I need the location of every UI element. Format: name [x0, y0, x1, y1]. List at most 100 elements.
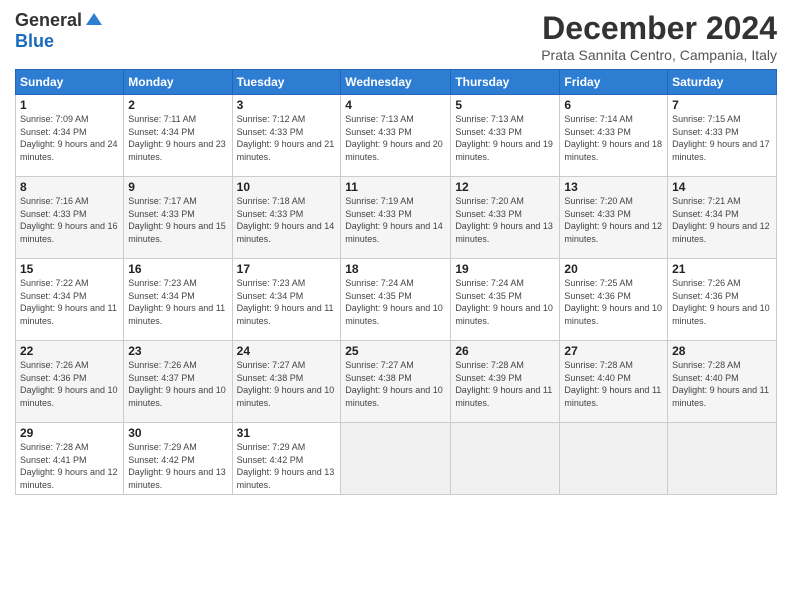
day-number: 15	[20, 262, 119, 276]
day-info: Sunrise: 7:24 AM Sunset: 4:35 PM Dayligh…	[455, 277, 555, 327]
day-number: 22	[20, 344, 119, 358]
table-cell: 23 Sunrise: 7:26 AM Sunset: 4:37 PM Dayl…	[124, 341, 232, 423]
table-cell	[560, 423, 668, 495]
table-cell: 15 Sunrise: 7:22 AM Sunset: 4:34 PM Dayl…	[16, 259, 124, 341]
col-saturday: Saturday	[668, 70, 777, 95]
table-cell: 8 Sunrise: 7:16 AM Sunset: 4:33 PM Dayli…	[16, 177, 124, 259]
title-area: December 2024 Prata Sannita Centro, Camp…	[541, 10, 777, 63]
day-number: 26	[455, 344, 555, 358]
day-info: Sunrise: 7:11 AM Sunset: 4:34 PM Dayligh…	[128, 113, 227, 163]
day-number: 7	[672, 98, 772, 112]
day-number: 11	[345, 180, 446, 194]
month-title: December 2024	[541, 10, 777, 47]
day-number: 13	[564, 180, 663, 194]
table-cell: 28 Sunrise: 7:28 AM Sunset: 4:40 PM Dayl…	[668, 341, 777, 423]
table-cell: 30 Sunrise: 7:29 AM Sunset: 4:42 PM Dayl…	[124, 423, 232, 495]
table-cell: 19 Sunrise: 7:24 AM Sunset: 4:35 PM Dayl…	[451, 259, 560, 341]
table-cell: 24 Sunrise: 7:27 AM Sunset: 4:38 PM Dayl…	[232, 341, 341, 423]
day-info: Sunrise: 7:26 AM Sunset: 4:37 PM Dayligh…	[128, 359, 227, 409]
day-number: 2	[128, 98, 227, 112]
table-cell	[668, 423, 777, 495]
table-cell: 13 Sunrise: 7:20 AM Sunset: 4:33 PM Dayl…	[560, 177, 668, 259]
calendar-table: Sunday Monday Tuesday Wednesday Thursday…	[15, 69, 777, 495]
day-info: Sunrise: 7:13 AM Sunset: 4:33 PM Dayligh…	[345, 113, 446, 163]
col-sunday: Sunday	[16, 70, 124, 95]
day-number: 8	[20, 180, 119, 194]
table-cell: 14 Sunrise: 7:21 AM Sunset: 4:34 PM Dayl…	[668, 177, 777, 259]
table-cell: 21 Sunrise: 7:26 AM Sunset: 4:36 PM Dayl…	[668, 259, 777, 341]
col-tuesday: Tuesday	[232, 70, 341, 95]
day-info: Sunrise: 7:27 AM Sunset: 4:38 PM Dayligh…	[345, 359, 446, 409]
day-number: 23	[128, 344, 227, 358]
day-number: 18	[345, 262, 446, 276]
table-cell: 20 Sunrise: 7:25 AM Sunset: 4:36 PM Dayl…	[560, 259, 668, 341]
day-info: Sunrise: 7:18 AM Sunset: 4:33 PM Dayligh…	[237, 195, 337, 245]
table-cell: 2 Sunrise: 7:11 AM Sunset: 4:34 PM Dayli…	[124, 95, 232, 177]
day-info: Sunrise: 7:15 AM Sunset: 4:33 PM Dayligh…	[672, 113, 772, 163]
table-cell: 11 Sunrise: 7:19 AM Sunset: 4:33 PM Dayl…	[341, 177, 451, 259]
header: General Blue December 2024 Prata Sannita…	[15, 10, 777, 63]
table-cell: 31 Sunrise: 7:29 AM Sunset: 4:42 PM Dayl…	[232, 423, 341, 495]
day-info: Sunrise: 7:27 AM Sunset: 4:38 PM Dayligh…	[237, 359, 337, 409]
day-info: Sunrise: 7:26 AM Sunset: 4:36 PM Dayligh…	[672, 277, 772, 327]
day-info: Sunrise: 7:28 AM Sunset: 4:40 PM Dayligh…	[564, 359, 663, 409]
table-cell: 5 Sunrise: 7:13 AM Sunset: 4:33 PM Dayli…	[451, 95, 560, 177]
day-info: Sunrise: 7:13 AM Sunset: 4:33 PM Dayligh…	[455, 113, 555, 163]
day-number: 12	[455, 180, 555, 194]
day-info: Sunrise: 7:29 AM Sunset: 4:42 PM Dayligh…	[128, 441, 227, 491]
day-info: Sunrise: 7:25 AM Sunset: 4:36 PM Dayligh…	[564, 277, 663, 327]
table-cell: 29 Sunrise: 7:28 AM Sunset: 4:41 PM Dayl…	[16, 423, 124, 495]
table-cell: 26 Sunrise: 7:28 AM Sunset: 4:39 PM Dayl…	[451, 341, 560, 423]
day-number: 21	[672, 262, 772, 276]
day-number: 24	[237, 344, 337, 358]
table-cell: 16 Sunrise: 7:23 AM Sunset: 4:34 PM Dayl…	[124, 259, 232, 341]
table-cell: 7 Sunrise: 7:15 AM Sunset: 4:33 PM Dayli…	[668, 95, 777, 177]
day-info: Sunrise: 7:23 AM Sunset: 4:34 PM Dayligh…	[128, 277, 227, 327]
day-info: Sunrise: 7:28 AM Sunset: 4:39 PM Dayligh…	[455, 359, 555, 409]
day-info: Sunrise: 7:12 AM Sunset: 4:33 PM Dayligh…	[237, 113, 337, 163]
day-info: Sunrise: 7:09 AM Sunset: 4:34 PM Dayligh…	[20, 113, 119, 163]
day-number: 17	[237, 262, 337, 276]
page: General Blue December 2024 Prata Sannita…	[0, 0, 792, 612]
day-number: 28	[672, 344, 772, 358]
table-cell: 18 Sunrise: 7:24 AM Sunset: 4:35 PM Dayl…	[341, 259, 451, 341]
day-info: Sunrise: 7:23 AM Sunset: 4:34 PM Dayligh…	[237, 277, 337, 327]
day-info: Sunrise: 7:17 AM Sunset: 4:33 PM Dayligh…	[128, 195, 227, 245]
day-number: 5	[455, 98, 555, 112]
logo-blue-text: Blue	[15, 31, 54, 52]
day-info: Sunrise: 7:21 AM Sunset: 4:34 PM Dayligh…	[672, 195, 772, 245]
location-subtitle: Prata Sannita Centro, Campania, Italy	[541, 47, 777, 63]
logo-icon	[84, 11, 104, 31]
table-cell: 10 Sunrise: 7:18 AM Sunset: 4:33 PM Dayl…	[232, 177, 341, 259]
day-info: Sunrise: 7:19 AM Sunset: 4:33 PM Dayligh…	[345, 195, 446, 245]
day-number: 16	[128, 262, 227, 276]
day-number: 31	[237, 426, 337, 440]
day-number: 9	[128, 180, 227, 194]
day-number: 3	[237, 98, 337, 112]
day-info: Sunrise: 7:24 AM Sunset: 4:35 PM Dayligh…	[345, 277, 446, 327]
table-cell: 1 Sunrise: 7:09 AM Sunset: 4:34 PM Dayli…	[16, 95, 124, 177]
day-info: Sunrise: 7:28 AM Sunset: 4:41 PM Dayligh…	[20, 441, 119, 491]
day-info: Sunrise: 7:16 AM Sunset: 4:33 PM Dayligh…	[20, 195, 119, 245]
day-info: Sunrise: 7:20 AM Sunset: 4:33 PM Dayligh…	[455, 195, 555, 245]
day-number: 25	[345, 344, 446, 358]
day-info: Sunrise: 7:20 AM Sunset: 4:33 PM Dayligh…	[564, 195, 663, 245]
day-number: 10	[237, 180, 337, 194]
day-number: 30	[128, 426, 227, 440]
day-number: 27	[564, 344, 663, 358]
table-cell: 6 Sunrise: 7:14 AM Sunset: 4:33 PM Dayli…	[560, 95, 668, 177]
logo: General Blue	[15, 10, 104, 52]
day-number: 4	[345, 98, 446, 112]
table-cell: 4 Sunrise: 7:13 AM Sunset: 4:33 PM Dayli…	[341, 95, 451, 177]
day-number: 19	[455, 262, 555, 276]
table-cell: 22 Sunrise: 7:26 AM Sunset: 4:36 PM Dayl…	[16, 341, 124, 423]
col-thursday: Thursday	[451, 70, 560, 95]
calendar-header-row: Sunday Monday Tuesday Wednesday Thursday…	[16, 70, 777, 95]
logo-general-text: General	[15, 10, 82, 31]
col-monday: Monday	[124, 70, 232, 95]
day-number: 20	[564, 262, 663, 276]
table-cell: 27 Sunrise: 7:28 AM Sunset: 4:40 PM Dayl…	[560, 341, 668, 423]
day-info: Sunrise: 7:29 AM Sunset: 4:42 PM Dayligh…	[237, 441, 337, 491]
table-cell: 9 Sunrise: 7:17 AM Sunset: 4:33 PM Dayli…	[124, 177, 232, 259]
table-cell: 25 Sunrise: 7:27 AM Sunset: 4:38 PM Dayl…	[341, 341, 451, 423]
